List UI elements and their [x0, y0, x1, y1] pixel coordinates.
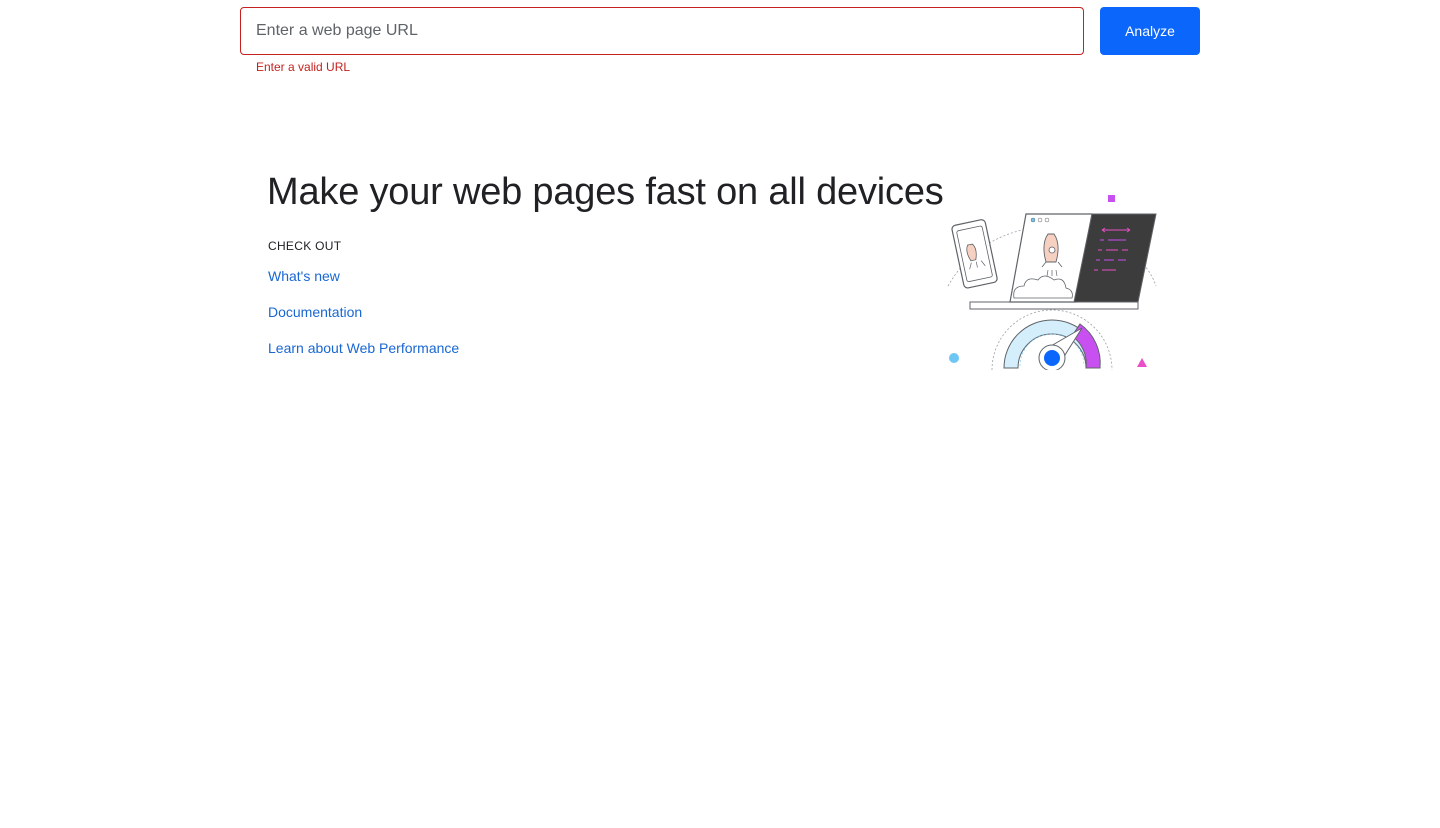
documentation-link[interactable]: Documentation [268, 302, 362, 322]
url-input[interactable] [240, 7, 1084, 55]
page-title: Make your web pages fast on all devices [267, 171, 944, 213]
whats-new-link[interactable]: What's new [268, 266, 340, 286]
url-error-message: Enter a valid URL [256, 60, 351, 74]
analyze-button[interactable]: Analyze [1100, 7, 1200, 55]
pagespeed-illustration-icon [940, 195, 1164, 380]
url-search-row: Analyze [240, 7, 1200, 55]
check-out-heading: CHECK OUT [268, 239, 342, 253]
web-performance-link[interactable]: Learn about Web Performance [268, 338, 459, 358]
